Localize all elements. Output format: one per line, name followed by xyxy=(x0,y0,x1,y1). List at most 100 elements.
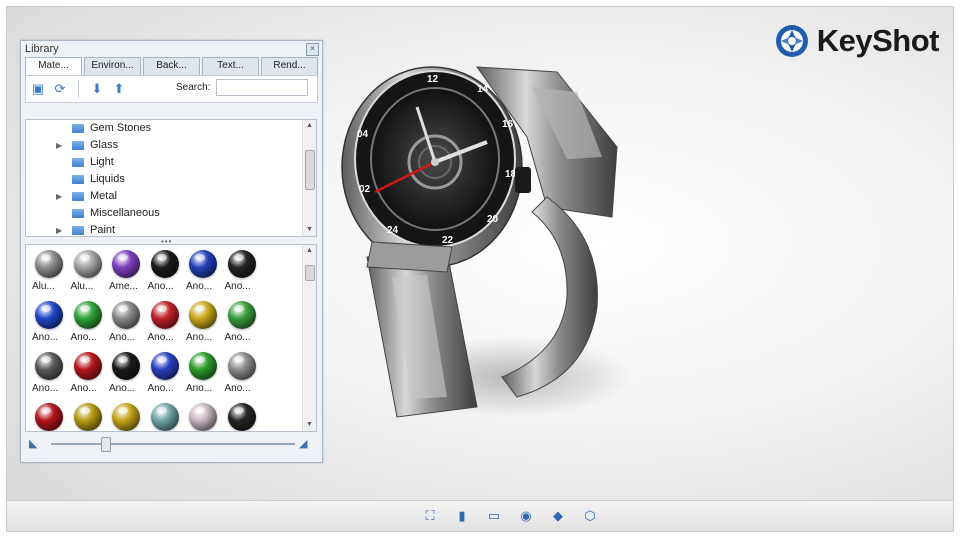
expand-arrow-icon[interactable]: ▶ xyxy=(56,137,64,154)
folder-icon xyxy=(72,141,84,150)
material-swatch[interactable]: Ano... xyxy=(109,298,148,349)
material-swatch[interactable]: Ano... xyxy=(148,298,187,349)
material-preview-ball xyxy=(73,352,102,380)
search-label: Search: xyxy=(176,82,211,93)
tree-scrollbar[interactable]: ▲ ▼ xyxy=(302,120,316,236)
material-swatch[interactable]: Ame... xyxy=(109,247,148,298)
tree-item-metal[interactable]: ▶ Metal xyxy=(26,188,301,205)
material-swatch[interactable]: Ano... xyxy=(109,349,148,400)
zoom-track[interactable] xyxy=(51,443,295,445)
material-swatch[interactable]: Ano... xyxy=(32,298,71,349)
material-swatch-label: Ano... xyxy=(147,332,174,343)
material-swatch-label: Ano... xyxy=(32,332,59,343)
tree-item-glass[interactable]: ▶ Glass xyxy=(26,137,301,154)
tab-materials[interactable]: Mate... xyxy=(25,57,82,75)
material-swatch[interactable]: Ano... xyxy=(225,247,264,298)
refresh-icon[interactable]: ⟳ xyxy=(52,81,68,97)
bezel-numeral: 04 xyxy=(357,129,369,140)
close-icon[interactable]: × xyxy=(306,43,319,56)
material-preview-ball xyxy=(35,352,63,380)
tree-item-miscellaneous[interactable]: Miscellaneous xyxy=(26,205,301,222)
scroll-down-icon[interactable]: ▼ xyxy=(303,224,316,236)
material-preview-ball xyxy=(189,301,217,329)
material-swatch-label: Ano... xyxy=(186,332,213,343)
watch-render: 12 14 16 18 20 22 24 02 04 xyxy=(341,66,627,418)
material-swatch[interactable]: Ano... xyxy=(148,349,187,400)
material-swatch[interactable]: Ano... xyxy=(225,298,264,349)
tab-renderings[interactable]: Rend... xyxy=(261,57,318,75)
zoom-in-icon[interactable]: ◢ xyxy=(299,437,307,450)
material-swatch-label: Ano... xyxy=(186,281,213,292)
material-swatch[interactable]: Ano... xyxy=(148,247,187,298)
material-swatch[interactable] xyxy=(71,400,110,431)
scroll-up-icon[interactable]: ▲ xyxy=(303,245,316,257)
material-swatch-label: Alu... xyxy=(70,281,94,292)
screenshot-icon[interactable]: ⬡ xyxy=(580,507,600,525)
material-swatch[interactable] xyxy=(186,400,225,431)
zoom-out-icon[interactable]: ◣ xyxy=(29,437,37,450)
project-icon[interactable]: ▭ xyxy=(484,507,504,525)
material-preview-ball xyxy=(35,403,63,431)
material-swatch-label: Ano... xyxy=(147,383,174,394)
upload-arrow-icon[interactable]: ⬆ xyxy=(111,81,127,97)
zoom-slider-thumb[interactable] xyxy=(100,437,111,452)
scroll-up-icon[interactable]: ▲ xyxy=(303,120,316,132)
scroll-thumb[interactable] xyxy=(305,265,315,281)
tab-environments[interactable]: Environ... xyxy=(84,57,141,75)
scroll-down-icon[interactable]: ▼ xyxy=(303,419,316,431)
material-swatch-label: Ano... xyxy=(186,383,213,394)
material-preview-ball xyxy=(227,352,256,380)
keyshot-logo: KeyShot xyxy=(775,23,940,59)
animation-icon[interactable]: ◉ xyxy=(516,507,536,525)
material-swatch[interactable]: Ano... xyxy=(186,349,225,400)
download-arrow-icon[interactable]: ⬇ xyxy=(89,81,105,97)
tree-item-liquids[interactable]: Liquids xyxy=(26,171,301,188)
material-swatch[interactable]: Alu... xyxy=(71,247,110,298)
tree-item-paint[interactable]: ▶ Paint xyxy=(26,222,301,236)
render-icon[interactable]: ◆ xyxy=(548,507,568,525)
material-swatch[interactable]: Ano... xyxy=(186,298,225,349)
material-swatch[interactable]: Alu... xyxy=(32,247,71,298)
tab-textures[interactable]: Text... xyxy=(202,57,259,75)
material-swatch[interactable]: Ano... xyxy=(71,349,110,400)
material-preview-ball xyxy=(227,250,256,278)
thumbnail-zoom-slider[interactable]: ◣ ◢ xyxy=(25,435,315,453)
expand-arrow-icon[interactable]: ▶ xyxy=(56,222,64,236)
material-swatch[interactable]: Ano... xyxy=(225,349,264,400)
tree-item-gem-stones[interactable]: Gem Stones xyxy=(26,120,301,137)
material-swatch-label: Ano... xyxy=(32,383,59,394)
material-preview-ball xyxy=(112,301,140,329)
material-swatch[interactable]: Ano... xyxy=(32,349,71,400)
material-tree: Gem Stones ▶ Glass Light Liquids ▶ Metal xyxy=(25,119,317,237)
material-preview-ball xyxy=(227,403,256,431)
material-swatch[interactable] xyxy=(225,400,264,431)
keyshot-logo-icon xyxy=(775,25,808,57)
library-toolbar: ▣ ⟳ ⬇ ⬆ Search: xyxy=(25,75,318,103)
material-swatch[interactable]: Ano... xyxy=(186,247,225,298)
swatch-list: Alu... Alu... Ame... Ano... Ano... Ano... Ano.… xyxy=(32,247,297,431)
material-preview-ball xyxy=(189,250,217,278)
material-swatch[interactable] xyxy=(148,400,187,431)
material-swatch-label: Ano... xyxy=(70,383,97,394)
material-preview-ball xyxy=(189,403,217,431)
material-swatch[interactable] xyxy=(109,400,148,431)
expand-arrow-icon[interactable]: ▶ xyxy=(56,188,64,205)
tree-item-light[interactable]: Light xyxy=(26,154,301,171)
material-swatch[interactable]: Ano... xyxy=(71,298,110,349)
bezel-numeral: 22 xyxy=(442,235,454,246)
material-preview-ball xyxy=(189,352,217,380)
material-swatch[interactable] xyxy=(32,400,71,431)
render-viewport[interactable]: KeyShot 12 14 16 18 20 22 24 02 04 Libra… xyxy=(6,6,954,532)
folder-icon xyxy=(72,175,84,184)
scroll-thumb[interactable] xyxy=(305,150,315,190)
tab-backplates[interactable]: Back... xyxy=(143,57,200,75)
add-folder-icon[interactable]: ▣ xyxy=(30,81,46,97)
folder-icon xyxy=(72,226,84,235)
material-preview-ball xyxy=(227,301,256,329)
search-input[interactable] xyxy=(216,79,308,96)
import-icon[interactable]: ⛶ xyxy=(420,507,440,525)
material-swatch-label: Ano... xyxy=(109,383,136,394)
grid-scrollbar[interactable]: ▲ ▼ xyxy=(302,245,316,431)
bezel-numeral: 14 xyxy=(477,84,489,95)
library-icon[interactable]: ▮ xyxy=(452,507,472,525)
